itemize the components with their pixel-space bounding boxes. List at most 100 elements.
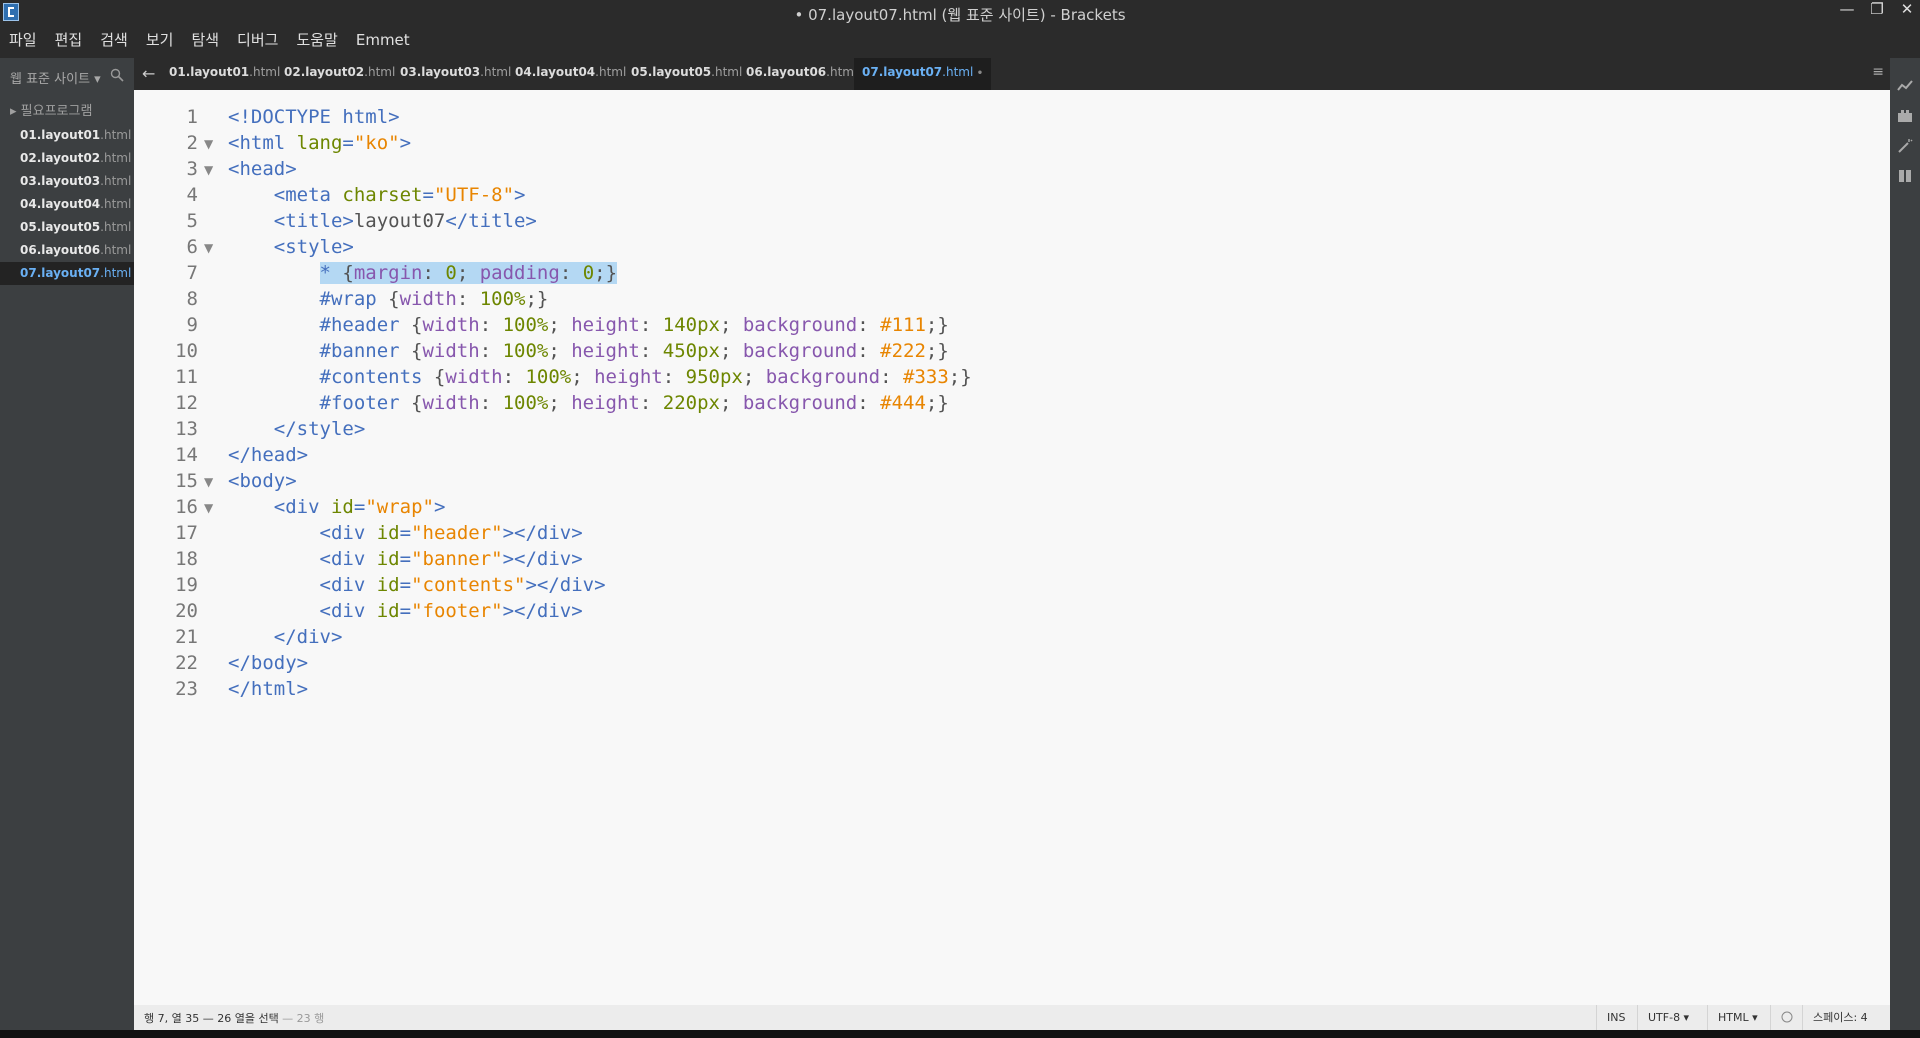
fold-arrow-icon[interactable]: ▼	[204, 241, 213, 255]
editor-tab[interactable]: 05.layout05.html	[631, 58, 742, 90]
tab-name: 04.layout04	[515, 65, 596, 79]
code-token: ></div>	[502, 522, 583, 544]
code-token: "UTF-8"	[433, 184, 515, 206]
taskbar-strip	[0, 1030, 1920, 1038]
menu-file[interactable]: 파일	[0, 28, 46, 52]
file-item[interactable]: 01.layout01.html	[0, 124, 134, 147]
code-token: ;	[548, 340, 572, 362]
code-line: <div id="header"></div>	[228, 522, 583, 544]
linter-circle-icon	[1781, 1011, 1793, 1023]
menu-debug[interactable]: 디버그	[228, 28, 287, 52]
editor-tab[interactable]: 01.layout01.html	[169, 58, 280, 90]
code-token: 0	[582, 262, 595, 284]
code-token: 950px	[685, 366, 743, 388]
file-item[interactable]: 05.layout05.html	[0, 216, 134, 239]
editor-tab[interactable]: 07.layout07.html •	[854, 58, 992, 90]
editor-tab[interactable]: 02.layout02.html	[284, 58, 395, 90]
code-token: <!DOCTYPE html>	[228, 106, 400, 128]
line-number: 17	[175, 522, 198, 544]
tab-name: 07.layout07	[862, 65, 943, 79]
code-line: <div id="wrap">	[228, 496, 446, 518]
file-name: 06.layout06	[20, 243, 101, 257]
close-button[interactable]: ✕	[1892, 0, 1920, 24]
tab-extension: .html	[826, 65, 858, 79]
menu-emmet[interactable]: Emmet	[347, 28, 419, 52]
code-token: 0	[445, 262, 457, 284]
file-extension: .html	[100, 174, 132, 188]
file-item[interactable]: 07.layout07.html	[0, 262, 134, 285]
tab-list-menu-icon[interactable]: ≡	[1872, 64, 1884, 80]
file-extension: .html	[100, 266, 132, 280]
tab-extension: .html	[249, 65, 281, 79]
insert-mode-toggle[interactable]: INS	[1596, 1005, 1635, 1030]
code-token: </html>	[228, 678, 309, 700]
code-token: 100%	[525, 366, 572, 388]
magic-wand-icon[interactable]	[1897, 138, 1913, 154]
search-icon[interactable]	[110, 68, 124, 82]
code-token: padding	[479, 262, 560, 284]
tab-extension: .html	[711, 65, 743, 79]
code-token: :	[639, 392, 663, 414]
code-token: layout07	[353, 210, 446, 232]
code-token: ;	[719, 340, 743, 362]
file-item[interactable]: 03.layout03.html	[0, 170, 134, 193]
editor-tab[interactable]: 06.layout06.html	[746, 58, 857, 90]
code-token: ;}	[948, 366, 972, 388]
fold-arrow-icon[interactable]: ▼	[204, 501, 213, 515]
code-token: width	[422, 392, 480, 414]
code-token: background	[765, 366, 881, 388]
live-preview-icon[interactable]	[1897, 78, 1913, 94]
folder-item[interactable]: ▸ 필요프로그램	[10, 100, 92, 119]
indent-setting[interactable]: 스페이스: 4	[1802, 1005, 1878, 1030]
code-line: #contents {width: 100%; height: 950px; b…	[228, 366, 972, 388]
back-arrow-icon[interactable]: ←	[142, 64, 155, 83]
restore-button[interactable]: ❐	[1862, 0, 1892, 24]
line-number: 16	[175, 496, 198, 518]
file-item[interactable]: 02.layout02.html	[0, 147, 134, 170]
editor-tab[interactable]: 04.layout04.html	[515, 58, 626, 90]
book-icon[interactable]	[1897, 168, 1913, 184]
code-token: :	[479, 314, 503, 336]
language-select[interactable]: HTML ▾	[1707, 1005, 1768, 1030]
code-token: :	[639, 314, 663, 336]
fold-arrow-icon[interactable]: ▼	[204, 163, 213, 177]
menu-help[interactable]: 도움말	[287, 28, 346, 52]
menu-navigate[interactable]: 탐색	[182, 28, 228, 52]
fold-arrow-icon[interactable]: ▼	[204, 475, 213, 489]
line-number: 14	[175, 444, 198, 466]
code-token: "banner"	[411, 548, 503, 570]
file-item[interactable]: 04.layout04.html	[0, 193, 134, 216]
linter-status[interactable]	[1770, 1005, 1803, 1030]
project-dropdown[interactable]: 웹 표준 사이트 ▾	[10, 68, 101, 87]
code-editor[interactable]: 1 2 ▼ 3 ▼ 4 5 6 ▼ 7 8 9 10 11 12 13 14 15 ▼ 16 ▼ 17 18 19 20 21 22…	[134, 90, 1890, 1005]
menu-view[interactable]: 보기	[137, 28, 183, 52]
menu-edit[interactable]: 편집	[46, 28, 92, 52]
menu-find[interactable]: 검색	[91, 28, 137, 52]
file-item[interactable]: 06.layout06.html	[0, 239, 134, 262]
code-token: >	[433, 496, 446, 518]
editor-tab[interactable]: 03.layout03.html	[400, 58, 511, 90]
code-line: <div id="banner"></div>	[228, 548, 583, 570]
extension-manager-icon[interactable]	[1897, 108, 1913, 124]
code-line: <div id="contents"></div>	[228, 574, 606, 596]
right-toolbar	[1890, 58, 1920, 1038]
line-number: 10	[175, 340, 198, 362]
code-line: </body>	[228, 652, 308, 674]
tab-extension: .html	[364, 65, 396, 79]
code-token: 140px	[662, 314, 720, 336]
code-token: <div	[319, 600, 377, 622]
fold-arrow-icon[interactable]: ▼	[204, 137, 213, 151]
code-token: </div>	[273, 626, 343, 648]
code-token: {	[411, 340, 423, 362]
code-token: <html	[228, 132, 297, 154]
file-extension: .html	[100, 151, 132, 165]
code-token: "contents"	[411, 574, 526, 596]
minimize-button[interactable]: —	[1832, 0, 1862, 24]
encoding-select[interactable]: UTF-8 ▾	[1637, 1005, 1706, 1030]
